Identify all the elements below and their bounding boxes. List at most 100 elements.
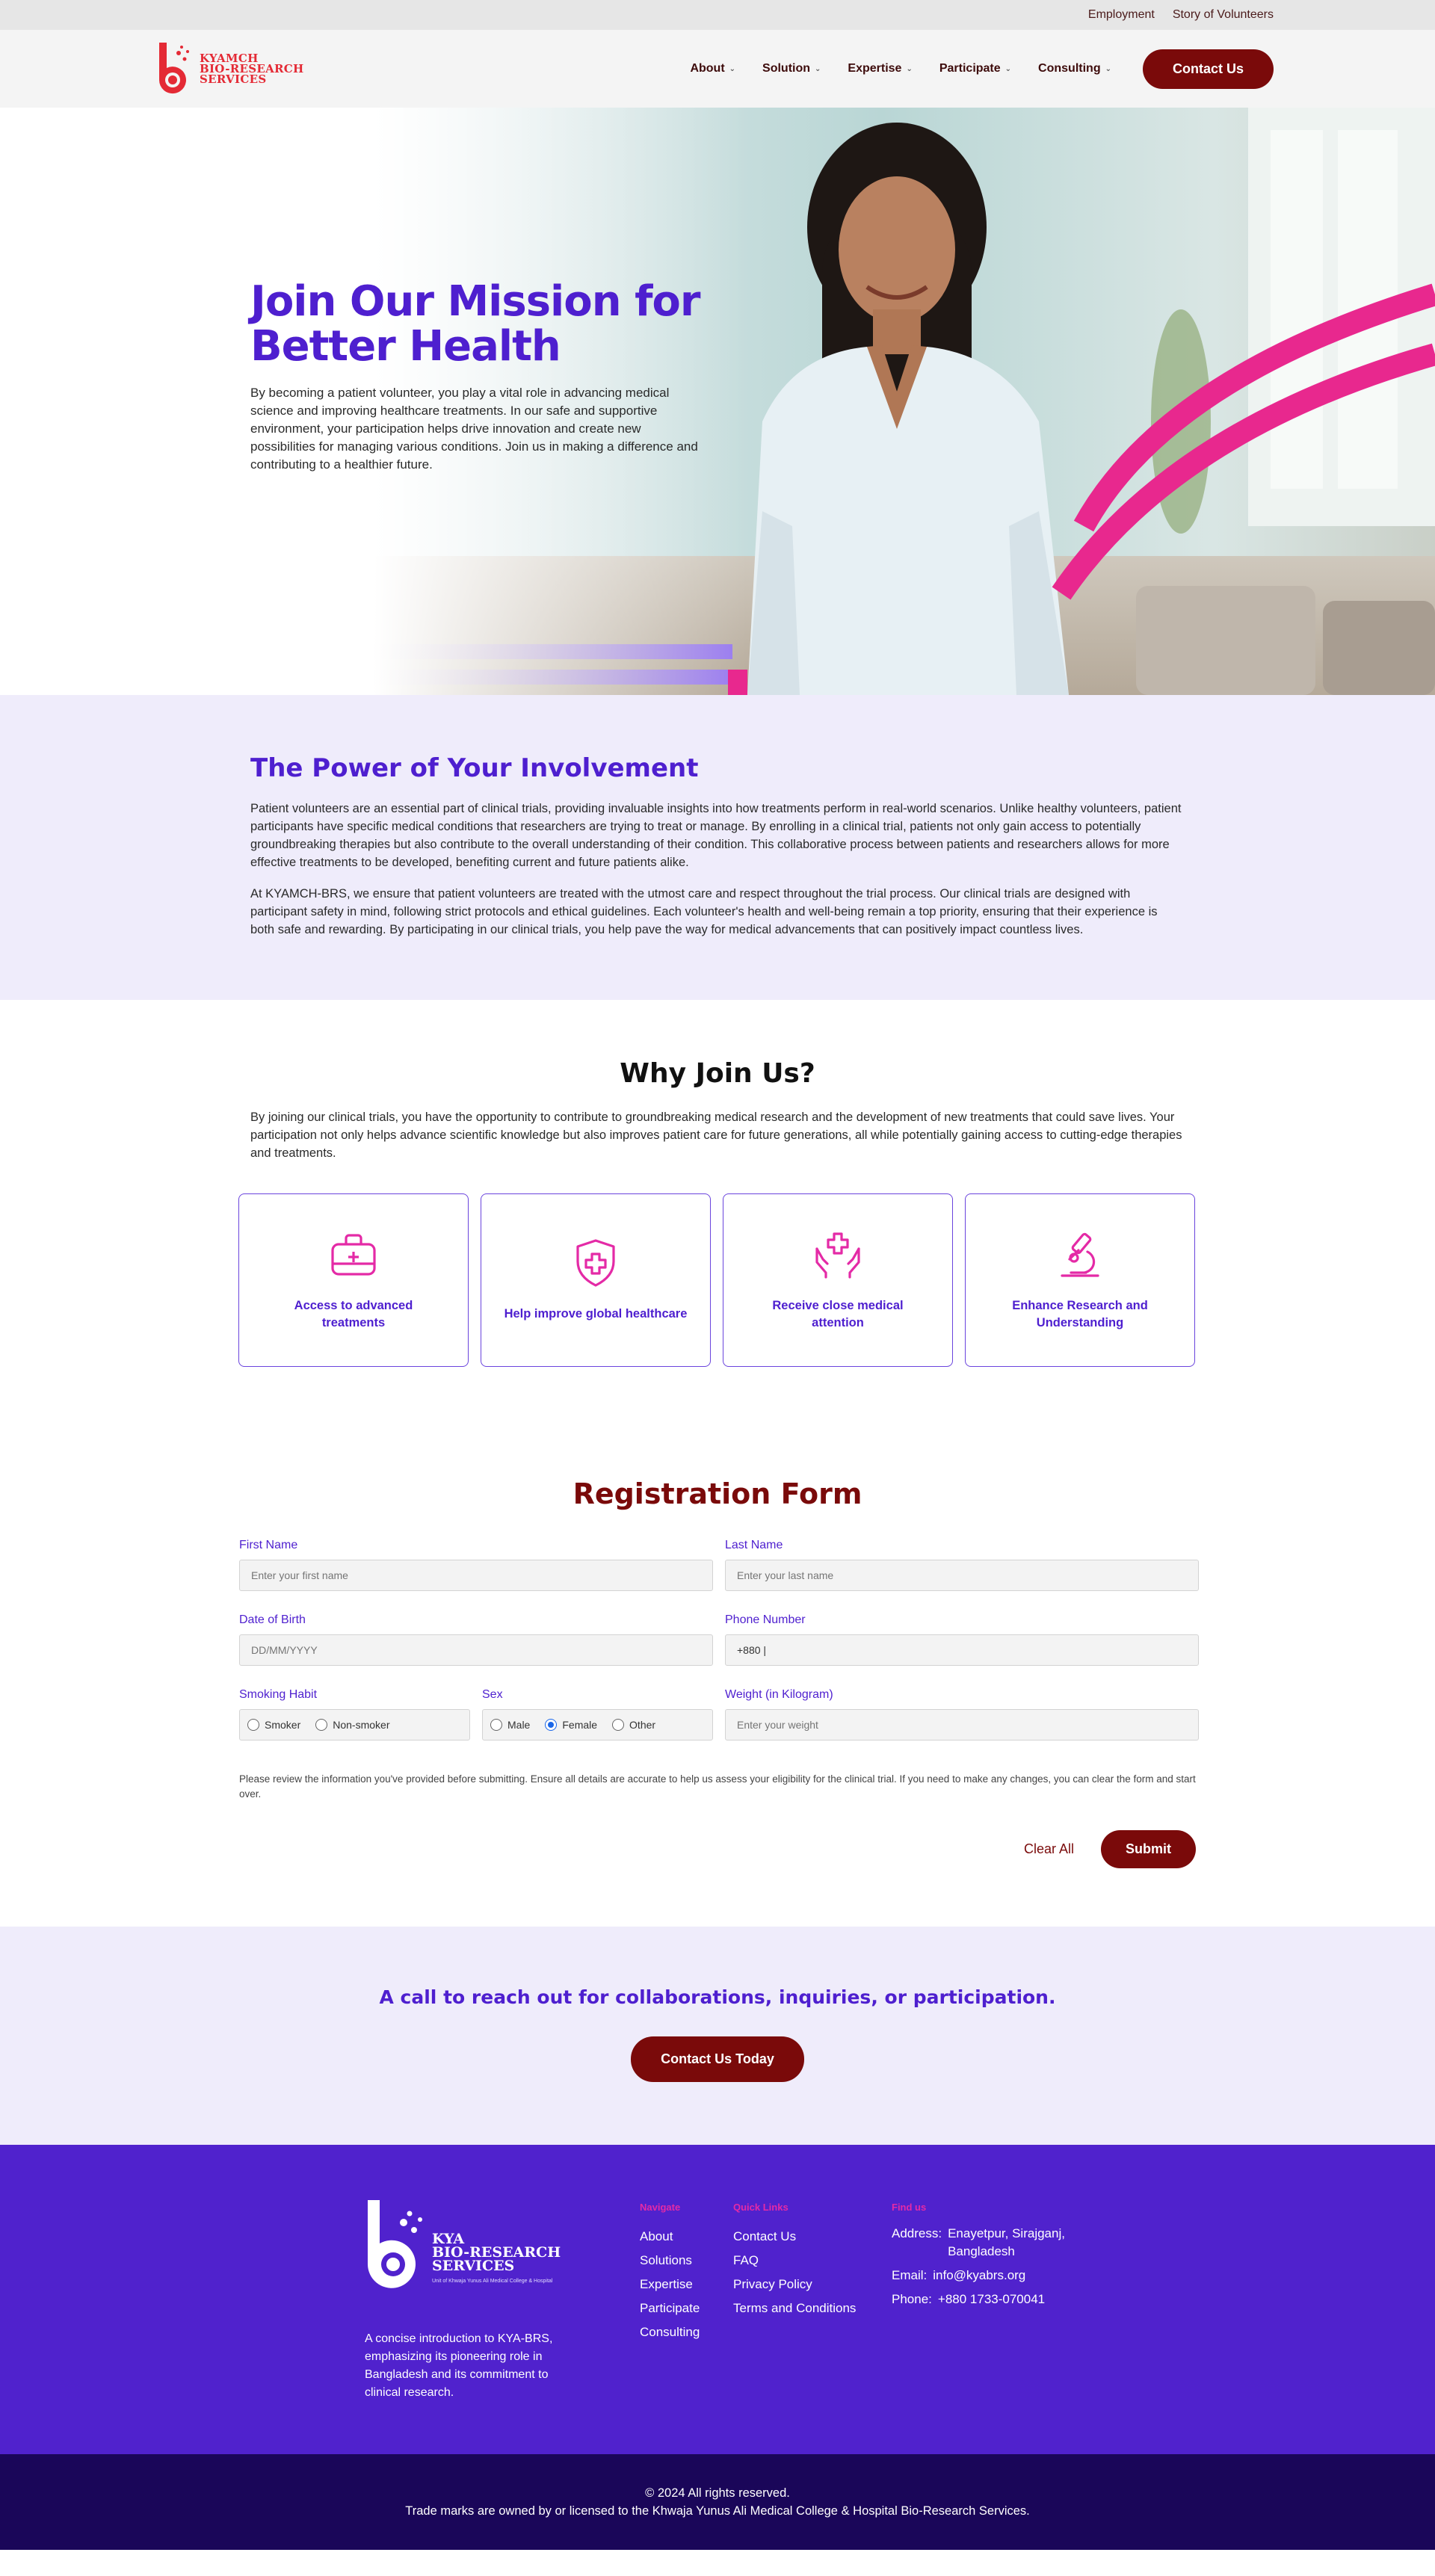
top-bar: Employment Story of Volunteers	[0, 0, 1435, 30]
smoker-radio-label: Smoker	[265, 1719, 301, 1731]
copyright-text: © 2024 All rights reserved.	[645, 2486, 790, 2500]
first-name-label: First Name	[239, 1539, 298, 1551]
story-of-volunteers-link[interactable]: Story of Volunteers	[1173, 8, 1274, 22]
site-logo[interactable]: KYAMCH BIO-RESEARCH SERVICES	[155, 40, 304, 98]
sex-field: Sex Male Female Other	[482, 1688, 713, 1741]
male-radio[interactable]: Male	[490, 1719, 530, 1731]
footer-link-about[interactable]: About	[640, 2225, 700, 2249]
footer-phone-label: Phone:	[892, 2292, 932, 2306]
hero-section: Join Our Mission for Better Health By be…	[0, 108, 1435, 695]
footer-logo-flask-icon	[368, 2200, 422, 2288]
footer-link-participate[interactable]: Participate	[640, 2297, 700, 2320]
involvement-paragraph-1: Patient volunteers are an essential part…	[250, 802, 1182, 869]
nav-participate-label: Participate	[939, 62, 1001, 75]
nav-participate[interactable]: Participate ⌄	[939, 62, 1011, 75]
footer-email-value[interactable]: info@kyabrs.org	[933, 2267, 1025, 2285]
weight-input[interactable]	[725, 1709, 1199, 1741]
benefit-card-label: Enhance Research and Understanding	[1012, 1298, 1148, 1329]
smoking-field: Smoking Habit Smoker Non-smoker	[239, 1688, 470, 1741]
footer-phone-value[interactable]: +880 1733-070041	[938, 2291, 1045, 2308]
footer-phone: Phone: +880 1733-070041	[892, 2291, 1101, 2314]
nav-consulting[interactable]: Consulting ⌄	[1038, 62, 1111, 75]
chevron-down-icon: ⌄	[906, 64, 913, 73]
benefit-card-label: Receive close medical attention	[772, 1298, 904, 1329]
nav-expertise[interactable]: Expertise ⌄	[848, 62, 912, 75]
nav-consulting-label: Consulting	[1038, 62, 1101, 75]
footer-find-title: Find us	[892, 2202, 927, 2213]
female-radio[interactable]: Female	[545, 1719, 597, 1731]
last-name-input[interactable]	[725, 1560, 1199, 1591]
male-radio-label: Male	[507, 1719, 531, 1731]
registration-section: Registration Form First Name Last Name D…	[0, 1427, 1435, 1927]
other-radio[interactable]: Other	[612, 1719, 655, 1731]
dob-input[interactable]	[239, 1634, 713, 1666]
footer-link-faq[interactable]: FAQ	[733, 2249, 856, 2273]
registration-form: First Name Last Name Date of Birth Phone…	[239, 1539, 1199, 1741]
first-name-input[interactable]	[239, 1560, 713, 1591]
logo-line-3: SERVICES	[200, 72, 267, 86]
smoker-radio[interactable]: Smoker	[247, 1719, 300, 1731]
footer-link-terms[interactable]: Terms and Conditions	[733, 2297, 856, 2320]
medical-kit-icon	[328, 1229, 379, 1284]
footer-logo-line-3: SERVICES	[432, 2258, 515, 2274]
why-join-intro: By joining our clinical trials, you have…	[250, 1111, 1182, 1160]
dob-label: Date of Birth	[239, 1613, 306, 1626]
chevron-down-icon: ⌄	[1105, 64, 1111, 73]
benefit-card-label: Access to advanced treatments	[294, 1298, 413, 1329]
cta-title: A call to reach out for collaborations, …	[379, 1986, 1056, 2008]
footer-link-consulting[interactable]: Consulting	[640, 2320, 700, 2344]
copyright-bar: © 2024 All rights reserved. Trade marks …	[0, 2454, 1435, 2550]
submit-button[interactable]: Submit	[1101, 1830, 1196, 1868]
smoking-label: Smoking Habit	[239, 1688, 318, 1701]
footer-link-expertise[interactable]: Expertise	[640, 2273, 700, 2297]
dob-field: Date of Birth	[239, 1613, 713, 1666]
chevron-down-icon: ⌄	[1004, 64, 1012, 73]
clear-all-button[interactable]: Clear All	[1024, 1841, 1074, 1857]
footer-email: Email: info@kyabrs.org	[892, 2267, 1101, 2291]
registration-note: Please review the information you've pro…	[239, 1773, 1196, 1800]
hero-title-line-2: Better Health	[250, 322, 561, 371]
nav-expertise-label: Expertise	[848, 62, 902, 75]
footer-link-privacy-policy[interactable]: Privacy Policy	[733, 2273, 856, 2297]
nav-solution[interactable]: Solution ⌄	[762, 62, 821, 75]
contact-us-button[interactable]: Contact Us	[1142, 49, 1274, 89]
contact-us-today-button[interactable]: Contact Us Today	[631, 2036, 804, 2082]
footer-description: A concise introduction to KYA-BRS, empha…	[365, 2332, 553, 2399]
footer-address-label: Address:	[892, 2226, 942, 2240]
nav-solution-label: Solution	[762, 62, 811, 75]
female-radio-label: Female	[562, 1719, 598, 1731]
last-name-field: Last Name	[725, 1539, 1199, 1591]
weight-label: Weight (in Kilogram)	[725, 1688, 833, 1701]
shield-plus-icon	[570, 1238, 621, 1292]
phone-field: Phone Number	[725, 1613, 1199, 1666]
first-name-field: First Name	[239, 1539, 713, 1591]
smoking-radio-group: Smoker Non-smoker	[239, 1709, 470, 1741]
cta-section: A call to reach out for collaborations, …	[0, 1927, 1435, 2145]
footer-link-solutions[interactable]: Solutions	[640, 2249, 700, 2273]
nav-about[interactable]: About ⌄	[690, 62, 735, 75]
involvement-paragraph-2: At KYAMCH-BRS, we ensure that patient vo…	[250, 887, 1158, 936]
non-smoker-radio-label: Non-smoker	[333, 1719, 390, 1731]
hero-title: Join Our Mission for Better Health	[250, 279, 714, 369]
form-actions: Clear All Submit	[239, 1830, 1196, 1868]
benefit-card-global-healthcare: Help improve global healthcare	[481, 1193, 711, 1367]
footer-quick-title: Quick Links	[733, 2202, 789, 2213]
phone-input[interactable]	[725, 1634, 1199, 1666]
why-join-title: Why Join Us?	[620, 1058, 815, 1089]
other-radio-label: Other	[629, 1719, 656, 1731]
footer-link-contact-us[interactable]: Contact Us	[733, 2225, 856, 2249]
employment-link[interactable]: Employment	[1088, 8, 1155, 22]
footer-navigate-title: Navigate	[640, 2202, 681, 2213]
hero-decor-bars	[359, 635, 747, 695]
nav-about-label: About	[690, 62, 725, 75]
benefit-cards: Access to advanced treatments Help impro…	[238, 1193, 1197, 1367]
site-header: KYAMCH BIO-RESEARCH SERVICES About ⌄ Solu…	[0, 30, 1435, 108]
radio-circle-icon	[315, 1719, 328, 1731]
involvement-title: The Power of Your Involvement	[250, 753, 699, 783]
footer-find-us: Find us Address: Enayetpur, Sirajganj, B…	[892, 2202, 1101, 2314]
non-smoker-radio[interactable]: Non-smoker	[315, 1719, 389, 1731]
radio-circle-icon	[490, 1719, 502, 1731]
benefit-card-label: Help improve global healthcare	[504, 1307, 688, 1321]
phone-label: Phone Number	[725, 1613, 806, 1626]
footer-logo[interactable]: KYA BIO-RESEARCH SERVICES Unit of Khwaja…	[365, 2199, 589, 2288]
